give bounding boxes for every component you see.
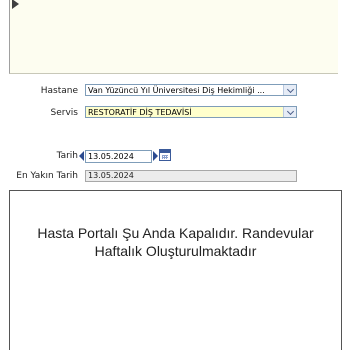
hospital-select-value: Van Yüzüncü Yıl Üniversitesi Diş Hekimli… — [88, 86, 265, 95]
play-icon[interactable] — [12, 0, 19, 9]
nearest-date-value: 13.05.2024 — [88, 171, 134, 180]
date-label: Tarih — [56, 151, 78, 161]
chevron-down-icon[interactable] — [283, 85, 296, 95]
hospital-label: Hastane — [40, 86, 78, 96]
appointment-form-page: Hastane Van Yüzüncü Yıl Üniversitesi Diş… — [0, 0, 350, 350]
top-panel — [9, 0, 338, 74]
service-select-value: RESTORATİF DİŞ TEDAVİSİ — [88, 108, 192, 117]
next-date-icon[interactable] — [153, 151, 158, 161]
calendar-icon[interactable] — [159, 149, 171, 161]
notice-box: Hasta Portalı Şu Anda Kapalıdır. Randevu… — [9, 190, 342, 350]
nearest-date-field: 13.05.2024 — [85, 170, 297, 182]
previous-date-icon[interactable] — [79, 151, 84, 161]
chevron-down-icon[interactable] — [283, 107, 296, 117]
nearest-date-label: En Yakın Tarih — [16, 171, 78, 181]
date-input[interactable]: 13.05.2024 — [85, 150, 152, 163]
service-select[interactable]: RESTORATİF DİŞ TEDAVİSİ — [85, 106, 297, 118]
notice-message: Hasta Portalı Şu Anda Kapalıdır. Randevu… — [37, 225, 314, 259]
date-input-value: 13.05.2024 — [88, 152, 134, 161]
service-label: Servis — [50, 108, 78, 118]
hospital-select[interactable]: Van Yüzüncü Yıl Üniversitesi Diş Hekimli… — [85, 84, 297, 96]
